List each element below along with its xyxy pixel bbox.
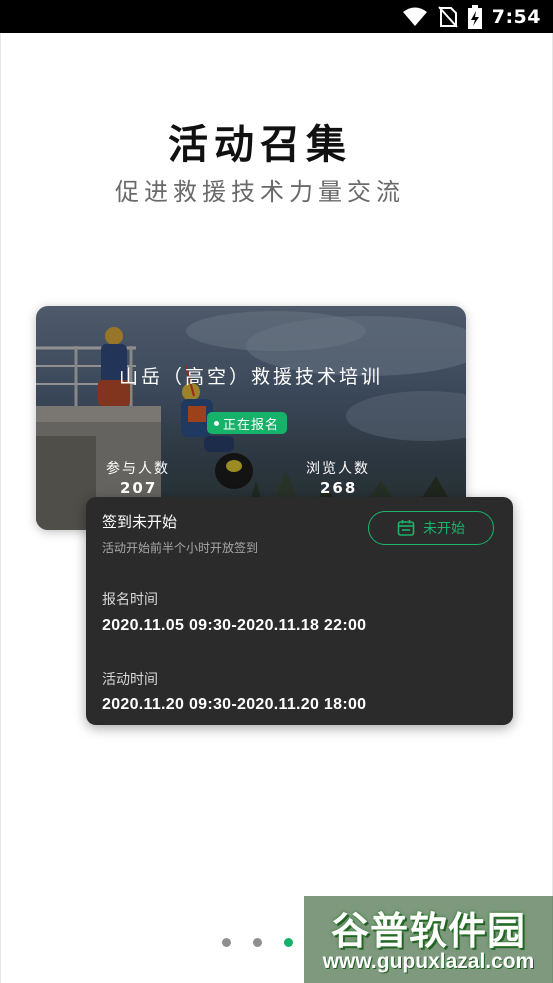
page-title: 活动召集	[168, 121, 352, 168]
registration-time-value: 2020.11.05 09:30-2020.11.18 22:00	[102, 617, 367, 634]
status-badge-label: 正在报名	[223, 417, 280, 433]
activity-time-label: 活动时间	[102, 672, 158, 688]
signin-status-title: 签到未开始	[102, 513, 178, 531]
watermark: 谷普软件园 www.gupuxlazal.com	[304, 896, 553, 983]
battery-charging-icon	[467, 5, 482, 29]
page-dot[interactable]	[253, 938, 262, 947]
watermark-url: www.gupuxlazal.com	[322, 950, 535, 973]
calendar-icon	[397, 520, 415, 536]
registration-time-label: 报名时间	[102, 592, 158, 608]
not-started-button[interactable]: 未开始	[368, 511, 494, 545]
no-sim-icon	[437, 6, 458, 28]
status-time: 7:54	[491, 6, 541, 28]
page-dot[interactable]	[222, 938, 231, 947]
page-indicator	[222, 938, 293, 947]
not-started-button-label: 未开始	[423, 521, 465, 537]
wifi-icon	[402, 7, 427, 26]
watermark-title: 谷普软件园	[330, 909, 526, 953]
status-dot-icon	[214, 420, 219, 426]
event-info-panel: 签到未开始 活动开始前半个小时开放签到 未开始 报名时间 2020.11.05 …	[86, 497, 513, 725]
activity-time-value: 2020.11.20 09:30-2020.11.20 18:00	[102, 696, 367, 713]
page-subtitle: 促进救援技术力量交流	[115, 178, 405, 206]
status-badge: 正在报名	[207, 412, 288, 434]
status-bar: 7:54	[0, 0, 553, 33]
participants-value: 207	[120, 479, 158, 497]
views-label: 浏览人数	[306, 461, 370, 477]
event-title: 山岳（高空）救援技术培训	[118, 366, 383, 388]
participants-label: 参与人数	[106, 461, 170, 477]
views-value: 268	[320, 479, 358, 497]
signin-note: 活动开始前半个小时开放签到	[102, 541, 259, 555]
status-icons: 7:54	[402, 5, 541, 29]
page-dot-active[interactable]	[284, 938, 293, 947]
